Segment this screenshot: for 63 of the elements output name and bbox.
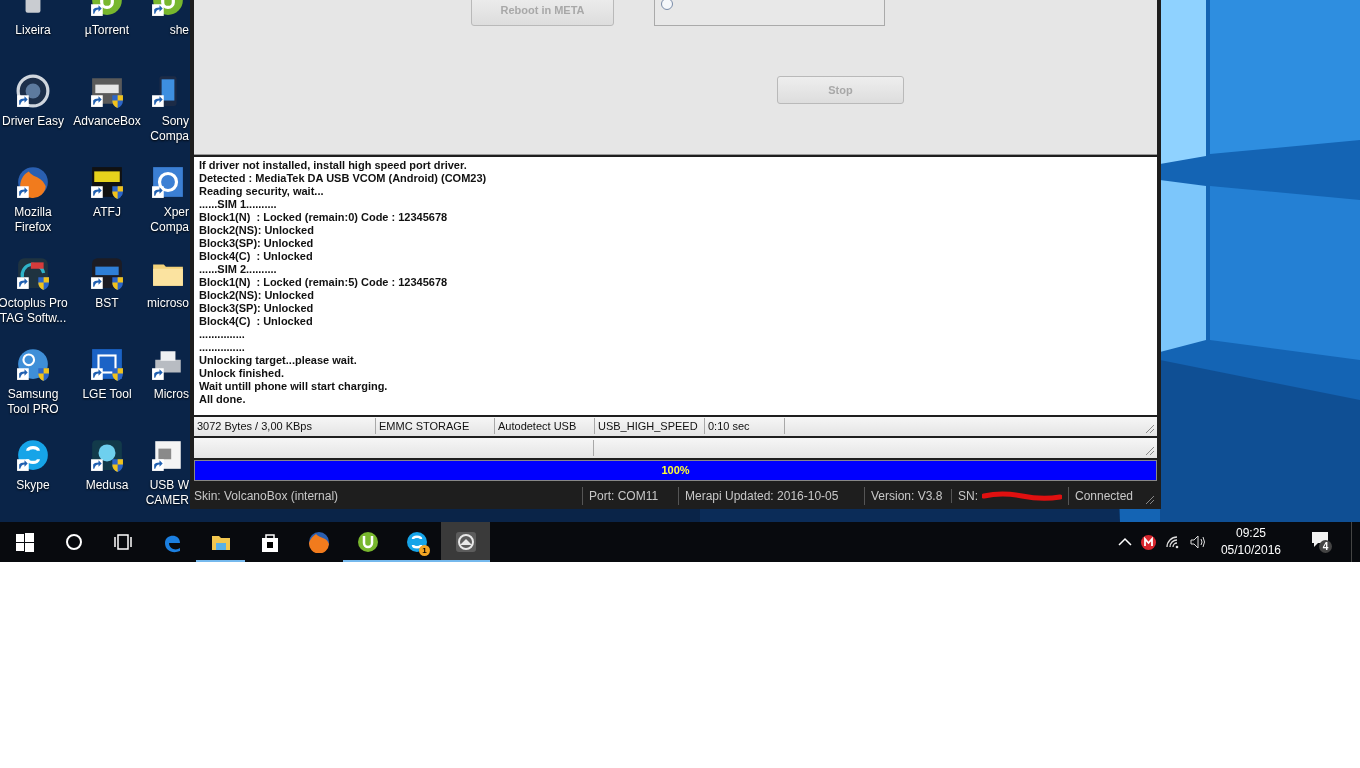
speaker-icon[interactable] bbox=[1189, 535, 1208, 549]
clock-time: 09:25 bbox=[1235, 525, 1266, 542]
resize-grip-icon[interactable] bbox=[1145, 446, 1155, 457]
desktop-shortcut[interactable]: Xper Compa bbox=[144, 163, 189, 254]
notification-count: 4 bbox=[1319, 540, 1332, 553]
desktop-shortcut[interactable]: Samsung Tool PRO bbox=[0, 345, 70, 436]
log-line: Block1(N) : Locked (remain:5) Code : 12345678 bbox=[198, 276, 448, 290]
desktop-shortcut[interactable]: Medusa bbox=[70, 436, 144, 522]
status-text: Connected bbox=[1068, 486, 1157, 505]
log-line: All done. bbox=[198, 393, 246, 407]
status-text: Port: COM11 bbox=[582, 486, 678, 505]
desktop-shortcut[interactable]: Driver Easy bbox=[0, 72, 70, 163]
resize-grip-icon[interactable] bbox=[1145, 495, 1155, 505]
desktop-shortcut[interactable]: Lixeira bbox=[0, 0, 70, 72]
log-line: ............... bbox=[198, 328, 245, 342]
radio-button[interactable] bbox=[661, 0, 673, 10]
log-line: Block2(NS): Unlocked bbox=[198, 289, 314, 303]
log-line: Block4(C) : Unlocked bbox=[198, 250, 313, 264]
status-text: Skin: VolcanoBox (internal) bbox=[194, 487, 340, 505]
desktop-shortcut[interactable]: Sony Compa bbox=[144, 72, 189, 163]
log-line: Unlock finished. bbox=[198, 367, 284, 381]
status-text: Autodetect USB bbox=[495, 418, 595, 435]
log-line: Reading security, wait... bbox=[198, 185, 324, 199]
desktop-shortcut[interactable]: LGE Tool bbox=[70, 345, 144, 436]
action-center-button[interactable]: 4 bbox=[1310, 530, 1334, 554]
notification-badge: 1 bbox=[419, 545, 430, 556]
log-line: Block2(NS): Unlocked bbox=[198, 224, 314, 238]
desktop-shortcut[interactable]: ATFJ bbox=[70, 163, 144, 254]
clock-date: 05/10/2016 bbox=[1220, 542, 1281, 559]
log-line: Block1(N) : Locked (remain:0) Code : 12345678 bbox=[198, 211, 448, 225]
log-line: If driver not installed, install high speed port driver. bbox=[198, 159, 467, 173]
desktop-shortcut[interactable]: Skype bbox=[0, 436, 70, 522]
desktop-shortcut[interactable]: Micros bbox=[144, 345, 189, 436]
desktop-shortcut[interactable]: AdvanceBox bbox=[70, 72, 144, 163]
status-text: Version: V3.8 bbox=[864, 486, 951, 505]
log-line: Wait untill phone will start charging. bbox=[198, 380, 388, 394]
desktop-shortcut[interactable]: microso bbox=[144, 254, 189, 345]
circle-logo-icon[interactable] bbox=[1140, 534, 1156, 550]
wifi-icon[interactable] bbox=[1164, 535, 1181, 549]
desktop-shortcut[interactable]: she bbox=[144, 0, 189, 72]
log-line: Detected : MediaTek DA USB VCOM (Android) (COM23) bbox=[198, 172, 487, 186]
resize-grip-icon[interactable] bbox=[1145, 424, 1155, 435]
desktop-shortcut[interactable]: Mozilla Firefox bbox=[0, 163, 70, 254]
log-line: Block3(SP): Unlocked bbox=[198, 237, 314, 251]
log-line: Unlocking target...please wait. bbox=[198, 354, 357, 368]
log-line: ......SIM 1.......... bbox=[198, 198, 277, 212]
clock[interactable]: 09:25 05/10/2016 bbox=[1220, 525, 1281, 559]
desktop-shortcut[interactable]: µTorrent bbox=[70, 0, 144, 72]
progress-label: 100% bbox=[661, 464, 690, 477]
status-text: 3072 Bytes / 3,00 KBps bbox=[194, 418, 376, 435]
log-line: Block4(C) : Unlocked bbox=[198, 315, 313, 329]
log-line: ............... bbox=[198, 341, 245, 355]
log-line: ......SIM 2.......... bbox=[198, 263, 277, 277]
desktop-shortcut[interactable]: BST bbox=[70, 254, 144, 345]
chevron-up-icon[interactable] bbox=[1117, 537, 1132, 547]
status-text: 0:10 sec bbox=[705, 418, 785, 435]
status-text: USB_HIGH_SPEED bbox=[595, 418, 705, 435]
desktop-shortcut[interactable]: USB W CAMER bbox=[144, 436, 189, 522]
taskbar-button[interactable] bbox=[441, 522, 490, 562]
status-text: EMMC STORAGE bbox=[376, 418, 495, 435]
log-line: Block3(SP): Unlocked bbox=[198, 302, 314, 316]
status-text: SN: bbox=[958, 488, 978, 503]
status-text: Merapi Updated: 2016-10-05 bbox=[678, 486, 864, 505]
